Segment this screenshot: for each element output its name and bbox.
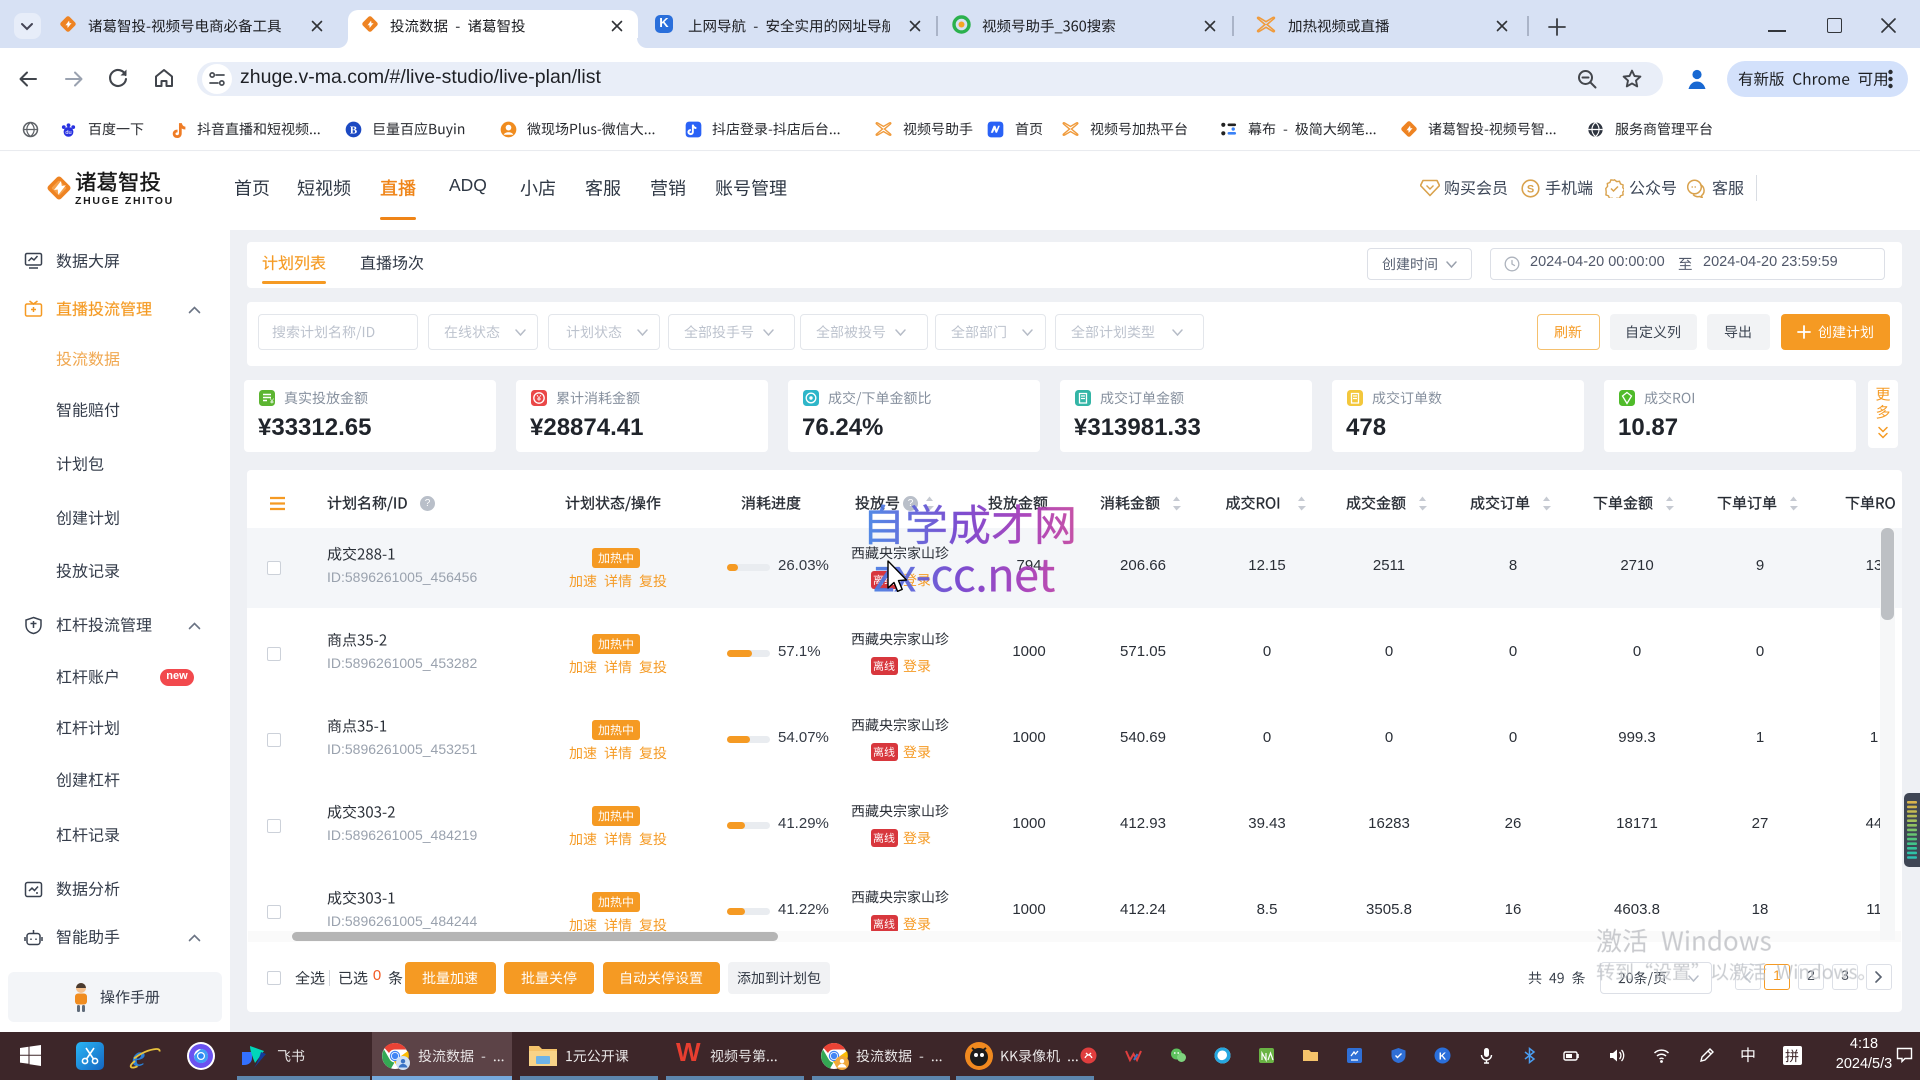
- svg-text:du: du: [65, 130, 71, 136]
- svg-text:¥: ¥: [270, 399, 274, 406]
- svg-text:K: K: [1439, 1051, 1447, 1062]
- svg-text:¥: ¥: [536, 394, 542, 403]
- svg-text:B: B: [350, 124, 357, 136]
- svg-text:S: S: [1527, 184, 1534, 196]
